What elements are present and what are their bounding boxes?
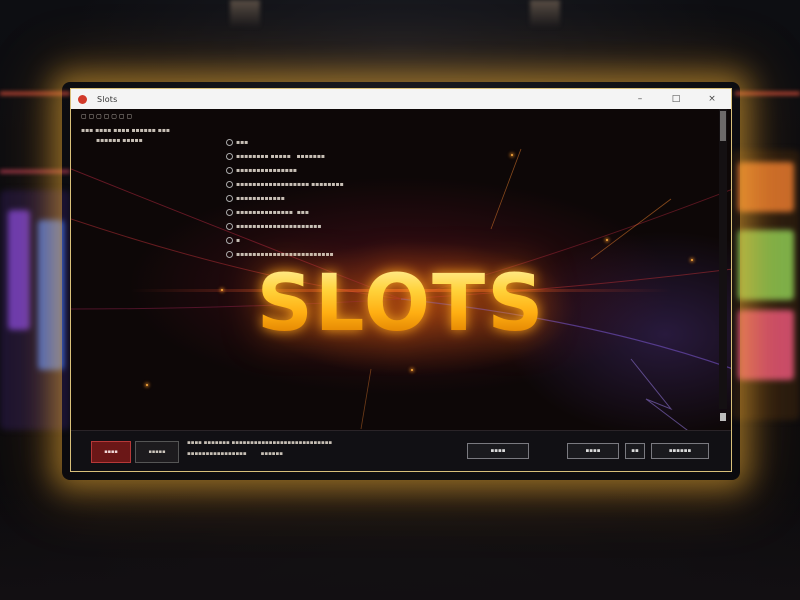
vertical-scrollbar[interactable] [719, 109, 727, 409]
neon-strip [0, 92, 70, 95]
bottom-bar: ▪▪▪▪ ▪▪▪▪▪ ▪▪▪▪ ▪▪▪▪▪▪▪ ▪▪▪▪▪▪▪▪▪▪▪▪▪▪▪▪… [71, 430, 731, 471]
list-item[interactable]: ▪▪▪▪▪▪▪▪▪▪▪▪▪▪▪▪▪▪ ▪▪▪▪▪▪▪▪ [226, 181, 344, 188]
scroll-down-button[interactable] [720, 413, 726, 421]
slots-headline: SLOTS [71, 259, 731, 349]
spark [411, 369, 413, 371]
spark [511, 154, 513, 156]
neon-strip [735, 92, 800, 95]
maximize-button[interactable]: □ [665, 89, 687, 109]
action-button[interactable]: ▪▪▪▪ [467, 443, 529, 459]
neon-strip [0, 170, 70, 173]
app-icon [78, 94, 87, 104]
spark [146, 384, 148, 386]
list-item[interactable]: ▪▪▪▪▪▪▪▪▪▪▪▪▪▪ ▪▪▪ [226, 209, 309, 216]
close-button[interactable]: × [701, 89, 723, 109]
list-item[interactable]: ▪ [226, 237, 240, 244]
action-button[interactable]: ▪▪ [625, 443, 645, 459]
ceiling-light [530, 0, 560, 28]
secondary-logo: ▪▪▪▪▪ [135, 441, 179, 463]
menu-bar: ▢ ▢ ▢ ▢ ▢ ▢ ▢ [81, 113, 132, 120]
content-area: ▢ ▢ ▢ ▢ ▢ ▢ ▢ ▪▪▪ ▪▪▪▪ ▪▪▪▪ ▪▪▪▪▪▪ ▪▪▪ ▪… [71, 109, 731, 433]
blurred-text-line: ▪▪▪ ▪▪▪▪ ▪▪▪▪ ▪▪▪▪▪▪ ▪▪▪ [81, 127, 170, 134]
list-item[interactable]: ▪▪▪ [226, 139, 248, 146]
action-button[interactable]: ▪▪▪▪▪▪ [651, 443, 709, 459]
status-line: ▪▪▪▪ ▪▪▪▪▪▪▪ ▪▪▪▪▪▪▪▪▪▪▪▪▪▪▪▪▪▪▪▪▪▪▪▪▪▪▪ [187, 440, 333, 446]
list-item[interactable]: ▪▪▪▪▪▪▪▪▪▪▪▪ [226, 195, 285, 202]
status-line: ▪▪▪▪▪▪▪▪▪▪▪▪▪▪▪▪ ▪▪▪▪▪▪ [187, 451, 283, 457]
window-title: Slots [97, 94, 118, 104]
maximize-icon: □ [671, 94, 681, 104]
menu-item-placeholder[interactable]: ▢ ▢ ▢ ▢ ▢ ▢ ▢ [81, 113, 132, 120]
scrollbar-thumb[interactable] [720, 111, 726, 141]
title-bar: Slots – □ × [71, 89, 731, 109]
slot-machine-right [732, 150, 800, 420]
list-item[interactable]: ▪▪▪▪▪▪▪▪▪▪▪▪▪▪▪ [226, 167, 297, 174]
floor [0, 480, 800, 600]
brand-logo: ▪▪▪▪ [91, 441, 131, 463]
blurred-text-line: ▪▪▪▪▪▪ ▪▪▪▪▪ [96, 137, 143, 144]
close-icon: × [708, 94, 716, 104]
list-item[interactable]: ▪▪▪▪▪▪▪▪▪▪▪▪▪▪▪▪▪▪▪▪▪▪▪▪ [226, 251, 334, 258]
ceiling-light [230, 0, 260, 28]
app-window: Slots – □ × ▢ ▢ ▢ ▢ ▢ ▢ ▢ ▪▪▪ ▪▪▪▪ ▪▪▪▪ … [70, 88, 732, 472]
list-item[interactable]: ▪▪▪▪▪▪▪▪▪▪▪▪▪▪▪▪▪▪▪▪▪ [226, 223, 321, 230]
minimize-icon: – [637, 94, 643, 104]
action-button[interactable]: ▪▪▪▪ [567, 443, 619, 459]
list-item[interactable]: ▪▪▪▪▪▪▪▪ ▪▪▪▪▪ ▪▪▪▪▪▪▪ [226, 153, 325, 160]
minimize-button[interactable]: – [629, 89, 651, 109]
spark [606, 239, 608, 241]
slot-machine-left [0, 190, 70, 430]
